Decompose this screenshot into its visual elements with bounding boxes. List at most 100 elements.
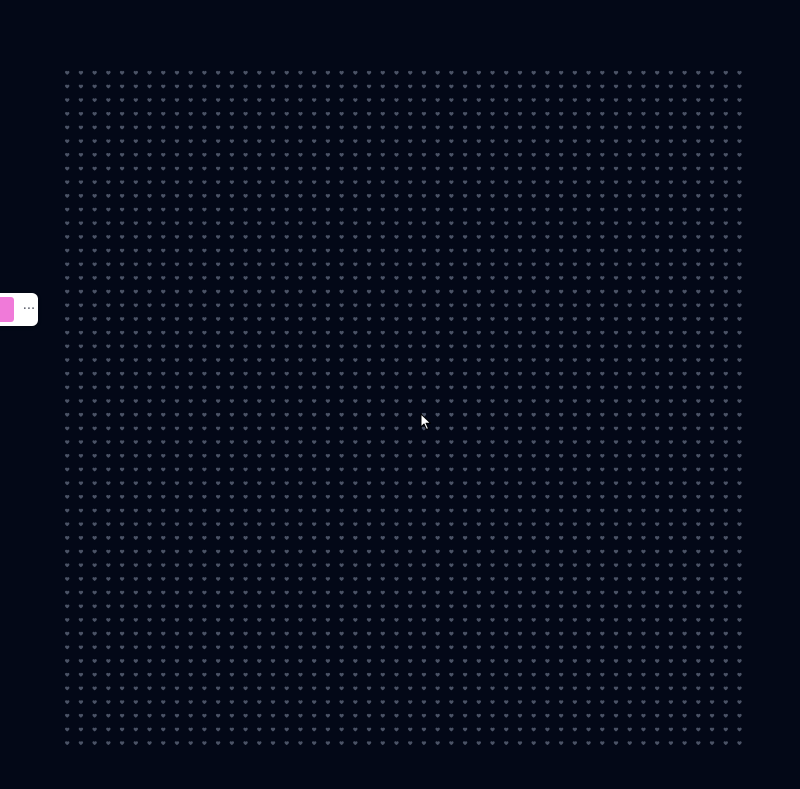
heart-icon (380, 590, 385, 595)
heart-icon (311, 481, 317, 486)
heart-pattern-grid[interactable] (60, 66, 746, 750)
heart-icon (709, 618, 715, 622)
heart-icon (325, 70, 331, 75)
heart-icon (202, 522, 207, 527)
heart-icon (380, 358, 385, 363)
heart-icon (504, 166, 509, 171)
heart-icon (92, 399, 97, 404)
heart-icon (270, 563, 276, 568)
heart-icon (709, 522, 715, 527)
heart-icon (147, 166, 152, 171)
heart-icon (668, 235, 674, 239)
heart-icon (600, 262, 605, 267)
heart-icon (449, 618, 454, 622)
heart-icon (654, 412, 660, 417)
heart-icon (215, 289, 221, 294)
heart-icon (682, 672, 687, 677)
heart-icon (668, 672, 674, 677)
heart-icon (325, 426, 331, 431)
heart-icon (78, 289, 84, 294)
heart-icon (668, 577, 674, 581)
heart-icon (106, 522, 111, 527)
heart-icon (366, 440, 372, 445)
heart-icon (558, 125, 564, 130)
heart-icon (490, 618, 495, 622)
heart-icon (353, 248, 358, 253)
heart-icon (339, 522, 344, 527)
heart-icon (696, 741, 701, 746)
heart-icon (174, 481, 180, 486)
heart-icon (421, 481, 427, 486)
heart-icon (531, 481, 536, 486)
heart-icon (394, 125, 399, 130)
heart-icon (682, 344, 687, 349)
more-options-button[interactable]: ··· (20, 300, 38, 320)
heart-icon (696, 618, 701, 622)
heart-icon (696, 631, 701, 636)
heart-icon (106, 713, 111, 718)
heart-icon (545, 330, 550, 335)
heart-icon (65, 645, 70, 650)
heart-icon (654, 713, 660, 718)
heart-icon (215, 563, 221, 568)
heart-icon (709, 166, 715, 171)
heart-icon (78, 467, 84, 472)
heart-icon (311, 330, 317, 335)
canvas-stage[interactable]: ··· (0, 0, 800, 789)
heart-icon (202, 672, 207, 677)
heart-icon (78, 453, 84, 458)
heart-icon (408, 645, 413, 650)
heart-icon (558, 70, 564, 75)
heart-icon (202, 713, 207, 718)
heart-icon (257, 371, 262, 376)
heart-icon (174, 659, 180, 664)
heart-icon (339, 180, 344, 185)
heart-icon (394, 84, 399, 89)
heart-icon (202, 727, 207, 732)
heart-icon (558, 495, 564, 499)
heart-icon (311, 426, 317, 431)
heart-icon (435, 700, 440, 705)
heart-icon (215, 508, 221, 513)
heart-icon (284, 125, 289, 130)
heart-icon (737, 604, 742, 609)
heart-icon (682, 139, 687, 144)
heart-icon (490, 672, 495, 677)
heart-icon (421, 289, 427, 294)
color-swatch-button[interactable] (0, 297, 14, 322)
heart-icon (119, 358, 125, 363)
heart-icon (476, 412, 481, 417)
heart-icon (435, 84, 440, 89)
heart-icon (257, 440, 262, 445)
heart-icon (325, 508, 331, 513)
heart-icon (353, 672, 358, 677)
heart-icon (421, 125, 427, 130)
heart-icon (517, 604, 523, 609)
heart-icon (174, 111, 180, 116)
heart-icon (215, 371, 221, 376)
heart-icon (270, 426, 276, 431)
heart-icon (339, 453, 344, 458)
heart-icon (174, 262, 180, 267)
heart-icon (92, 536, 97, 540)
heart-icon (366, 180, 372, 185)
heart-icon (696, 590, 701, 595)
heart-icon (600, 180, 605, 185)
heart-icon (298, 577, 303, 581)
heart-icon (202, 371, 207, 376)
heart-icon (133, 727, 138, 732)
heart-icon (613, 125, 619, 130)
heart-icon (188, 125, 193, 130)
heart-icon (78, 125, 84, 130)
heart-icon (737, 659, 742, 664)
heart-icon (325, 440, 331, 445)
heart-icon (654, 659, 660, 664)
heart-icon (517, 180, 523, 185)
heart-icon (202, 631, 207, 636)
heart-icon (188, 111, 193, 116)
heart-icon (600, 495, 605, 499)
heart-icon (243, 125, 248, 130)
heart-icon (696, 700, 701, 705)
heart-icon (696, 344, 701, 349)
heart-icon (243, 248, 248, 253)
